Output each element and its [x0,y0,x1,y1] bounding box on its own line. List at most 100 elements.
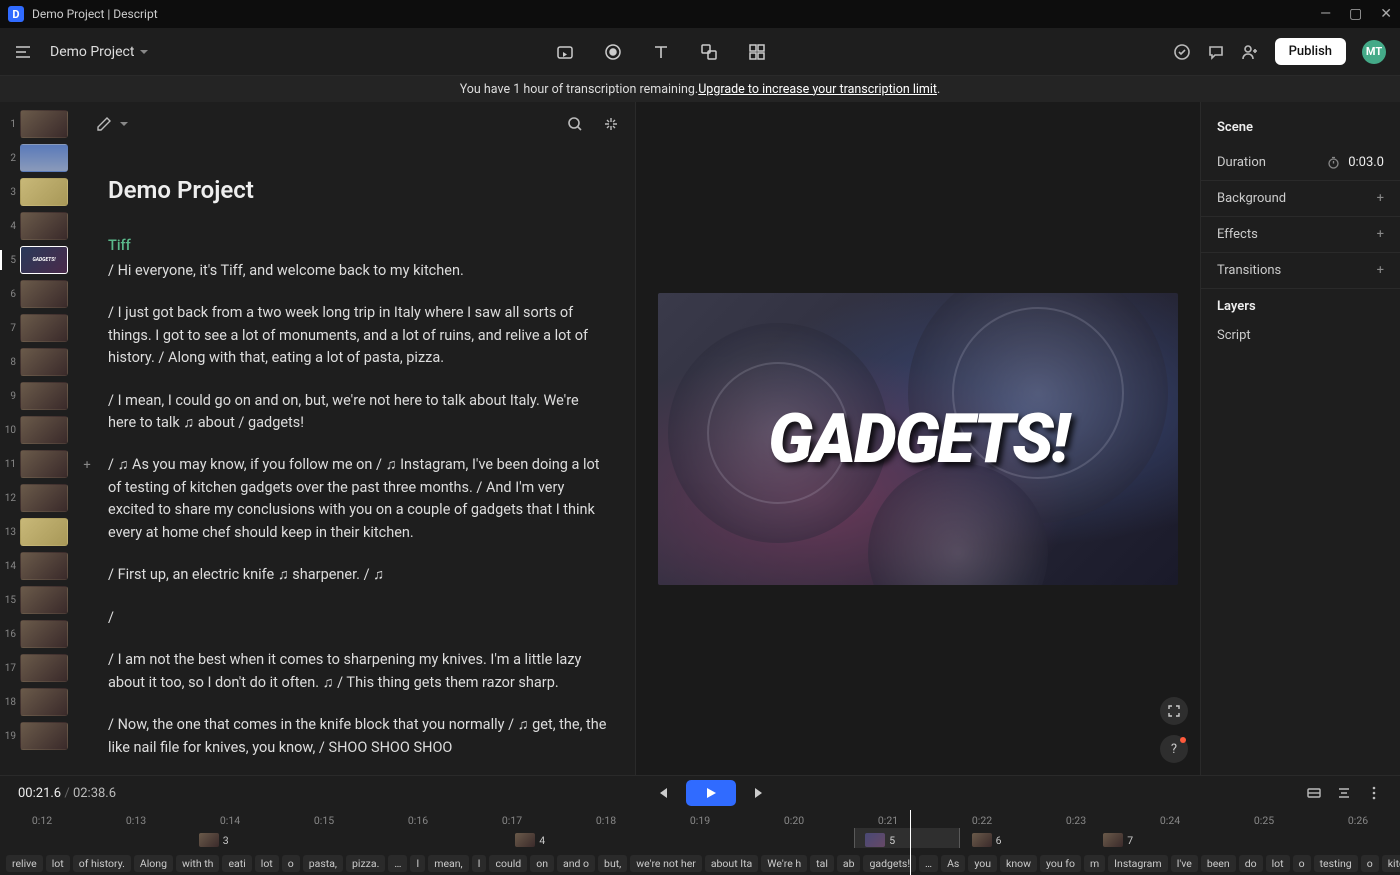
scene-thumb-7[interactable]: 7 [4,314,76,342]
publish-button[interactable]: Publish [1275,38,1346,65]
add-person-icon[interactable] [1241,43,1259,61]
scene-thumb-6[interactable]: 6 [4,280,76,308]
pen-tool-icon[interactable] [96,116,112,132]
paragraph-gutter-controls[interactable]: /+ [80,456,91,476]
chevron-down-icon[interactable] [120,122,128,126]
scene-thumb-14[interactable]: 14 [4,552,76,580]
timeline-word[interactable]: you [968,855,997,872]
comment-icon[interactable] [1207,43,1225,61]
script-paragraph[interactable]: / First up, an electric knife ♫ sharpene… [108,564,607,586]
text-tool-icon[interactable] [651,42,671,62]
timeline-word[interactable]: m [1084,855,1105,872]
help-icon[interactable]: ? [1160,735,1188,763]
scene-thumb-2[interactable]: 2 [4,144,76,172]
timeline-word[interactable]: … [388,855,407,872]
timeline-word[interactable]: I [410,855,425,872]
skip-forward-icon[interactable] [752,785,768,801]
skip-back-icon[interactable] [654,785,670,801]
templates-tool-icon[interactable] [747,42,767,62]
scene-thumb-12[interactable]: 12 [4,484,76,512]
timeline-word[interactable]: been [1201,855,1236,872]
script-paragraph[interactable]: / Now, the one that comes in the knife b… [108,714,607,759]
video-preview[interactable]: GADGETS! [658,293,1178,585]
timeline-word[interactable]: o [1293,855,1311,872]
scene-thumb-11[interactable]: 11 [4,450,76,478]
window-close-icon[interactable]: ✕ [1380,6,1392,22]
script-body[interactable]: Demo Project Tiff / Hi everyone, it's Ti… [80,146,635,775]
timeline-word[interactable]: As [941,855,965,872]
scene-thumb-10[interactable]: 10 [4,416,76,444]
timeline-word[interactable]: Instagram [1108,855,1167,872]
duration-row[interactable]: Duration 0:03.0 [1201,145,1400,181]
script-paragraph[interactable]: / I mean, I could go on and on, but, we'… [108,390,607,435]
playhead[interactable] [910,810,911,875]
timeline-word[interactable]: kitchen gadge [1382,855,1400,872]
timeline-scene-marker-3[interactable]: 3 [199,832,229,848]
plus-icon[interactable]: + [83,456,90,476]
scene-thumb-8[interactable]: 8 [4,348,76,376]
script-paragraph[interactable]: / [108,607,607,629]
transitions-row[interactable]: Transitions + [1201,253,1400,289]
timeline-scene-marker-7[interactable]: 7 [1103,832,1133,848]
timeline-view-icon[interactable] [1306,785,1322,801]
script-paragraph[interactable]: / ♫ As you may know, if you follow me on… [108,454,607,544]
timeline-word[interactable]: We're h [761,855,807,872]
timeline-word[interactable]: eati [222,855,251,872]
timeline-word[interactable]: on [530,855,554,872]
script-paragraph[interactable]: / I am not the best when it comes to sha… [108,649,607,694]
scene-thumb-9[interactable]: 9 [4,382,76,410]
media-tool-icon[interactable] [555,42,575,62]
timeline-word[interactable]: but, [598,855,627,872]
check-icon[interactable] [1173,43,1191,61]
timeline-area[interactable]: 0:120:130:140:150:160:170:180:190:200:21… [0,810,1400,875]
timeline-word[interactable]: relive [6,855,43,872]
timeline-word[interactable]: about Ita [705,855,758,872]
scene-thumb-16[interactable]: 16 [4,620,76,648]
timeline-word[interactable]: I [472,855,487,872]
scene-thumb-18[interactable]: 18 [4,688,76,716]
align-icon[interactable] [1336,785,1352,801]
search-icon[interactable] [567,116,583,132]
script-row[interactable]: Script [1201,324,1400,353]
timeline-scene-marker-6[interactable]: 6 [972,832,1002,848]
timeline-word[interactable]: we're not her [630,855,702,872]
timeline-scene-marker-4[interactable]: 4 [515,832,545,848]
scene-thumb-15[interactable]: 15 [4,586,76,614]
scene-thumb-19[interactable]: 19 [4,722,76,750]
script-paragraph[interactable]: / I just got back from a two week long t… [108,302,607,369]
play-button[interactable] [686,780,736,806]
timeline-word[interactable]: mean, [428,855,468,872]
timeline-word-row[interactable]: relivelotof history.Alongwith theatiloto… [0,852,1400,874]
more-icon[interactable] [1366,785,1382,801]
user-avatar[interactable]: MT [1362,40,1386,64]
timeline-scene-row[interactable]: 34567 [0,832,1400,852]
record-tool-icon[interactable] [603,42,623,62]
window-maximize-icon[interactable]: ▢ [1349,6,1362,22]
project-name-dropdown[interactable]: Demo Project [50,44,148,60]
timeline-word[interactable]: lot [46,855,70,872]
timeline-word[interactable]: and o [557,855,595,872]
timeline-word[interactable]: lot [255,855,279,872]
timeline-word[interactable]: could [489,855,527,872]
timeline-word[interactable]: o [1361,855,1379,872]
scene-thumb-4[interactable]: 4 [4,212,76,240]
timeline-word[interactable]: testing [1314,855,1358,872]
scene-thumb-5[interactable]: 5GADGETS! [4,246,76,274]
timeline-word[interactable]: do [1239,855,1263,872]
timeline-word[interactable]: … [919,855,938,872]
fullscreen-icon[interactable] [1160,697,1188,725]
background-row[interactable]: Background + [1201,181,1400,217]
timeline-word[interactable]: I've [1171,855,1198,872]
timeline-word[interactable]: o [282,855,300,872]
layers-row[interactable]: Layers [1201,289,1400,324]
timeline-word[interactable]: with th [176,855,220,872]
effects-row[interactable]: Effects + [1201,217,1400,253]
sparkle-icon[interactable] [603,116,619,132]
timeline-word[interactable]: pizza. [346,855,385,872]
script-paragraph[interactable]: / Hi everyone, it's Tiff, and welcome ba… [108,260,607,282]
timeline-word[interactable]: tal [810,855,834,872]
timeline-word[interactable]: gadgets! [863,855,916,872]
scene-thumb-1[interactable]: 1 [4,110,76,138]
timeline-word[interactable]: Along [134,855,173,872]
banner-upgrade-link[interactable]: Upgrade to increase your transcription l… [698,82,937,97]
